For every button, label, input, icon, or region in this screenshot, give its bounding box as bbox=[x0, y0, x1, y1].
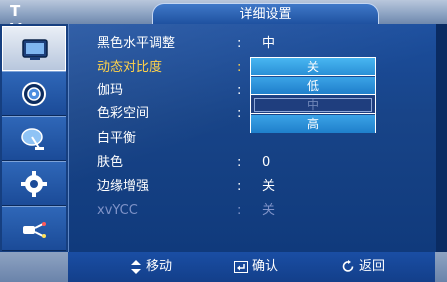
row-value: 关 bbox=[262, 179, 276, 194]
menu-row-edge-enhancement[interactable]: 边缘增强 : 关 bbox=[97, 177, 377, 199]
row-label: 黑色水平调整 bbox=[97, 36, 176, 51]
dropdown-option-high[interactable]: 高 bbox=[251, 115, 375, 133]
confirm-label: 确认 bbox=[252, 259, 279, 274]
sidebar-item-input[interactable] bbox=[2, 206, 66, 251]
row-label: xvYCC bbox=[97, 203, 138, 218]
row-colon: : bbox=[237, 179, 242, 194]
row-colon: : bbox=[237, 155, 242, 170]
sidebar-item-sound[interactable] bbox=[2, 71, 66, 116]
confirm-hint: 确认 bbox=[234, 258, 278, 276]
speaker-icon bbox=[22, 82, 46, 106]
sidebar-item-setup[interactable] bbox=[2, 161, 66, 206]
dropdown-option-medium: 中 bbox=[251, 96, 375, 114]
menu-title: 详细设置 bbox=[152, 3, 379, 25]
row-colon: : bbox=[237, 60, 242, 75]
back-hint: 返回 bbox=[342, 258, 385, 276]
satellite-dish-icon bbox=[21, 128, 44, 150]
sidebar-item-picture[interactable] bbox=[2, 26, 66, 71]
row-label: 动态对比度 bbox=[97, 60, 163, 75]
back-label: 返回 bbox=[359, 259, 386, 274]
row-label: 色彩空间 bbox=[97, 106, 150, 121]
row-label: 肤色 bbox=[97, 155, 124, 170]
enter-icon bbox=[234, 260, 248, 273]
row-colon: : bbox=[237, 36, 242, 51]
dropdown-option-low[interactable]: 低 bbox=[251, 77, 375, 95]
plug-icon bbox=[23, 222, 46, 238]
gear-icon bbox=[21, 171, 47, 197]
category-sidebar bbox=[0, 24, 68, 252]
menu-row-flesh-tone[interactable]: 肤色 : 0 bbox=[97, 153, 377, 175]
dynamic-contrast-dropdown: 关 低 中 高 bbox=[250, 57, 376, 133]
return-icon bbox=[342, 260, 354, 272]
up-down-arrow-icon bbox=[131, 259, 141, 274]
row-value: 0 bbox=[262, 155, 271, 170]
row-value: 中 bbox=[262, 36, 276, 51]
row-label: 伽玛 bbox=[97, 83, 124, 98]
menu-row-black-level[interactable]: 黑色水平调整 : 中 bbox=[97, 34, 377, 56]
sidebar-item-channel[interactable] bbox=[2, 116, 66, 161]
row-colon: : bbox=[237, 203, 242, 218]
tv-menu-screen: T V 详细设置 bbox=[0, 0, 447, 282]
disabled-outline bbox=[254, 98, 372, 112]
dropdown-option-off[interactable]: 关 bbox=[251, 58, 375, 76]
tv-label: T V bbox=[10, 2, 39, 38]
row-value: 关 bbox=[262, 203, 276, 218]
move-hint: 移动 bbox=[130, 258, 172, 276]
row-label: 边缘增强 bbox=[97, 179, 150, 194]
top-bar: T V 详细设置 bbox=[0, 0, 447, 38]
bottom-hint-bar: 移动 确认 返回 bbox=[0, 252, 447, 282]
move-label: 移动 bbox=[146, 259, 173, 274]
row-colon: : bbox=[237, 106, 242, 121]
row-colon: : bbox=[237, 83, 242, 98]
hint-strip: 移动 确认 返回 bbox=[68, 252, 435, 282]
menu-row-xvycc: xvYCC : 关 bbox=[97, 201, 377, 223]
row-label: 白平衡 bbox=[97, 131, 137, 146]
picture-icon bbox=[22, 39, 48, 60]
